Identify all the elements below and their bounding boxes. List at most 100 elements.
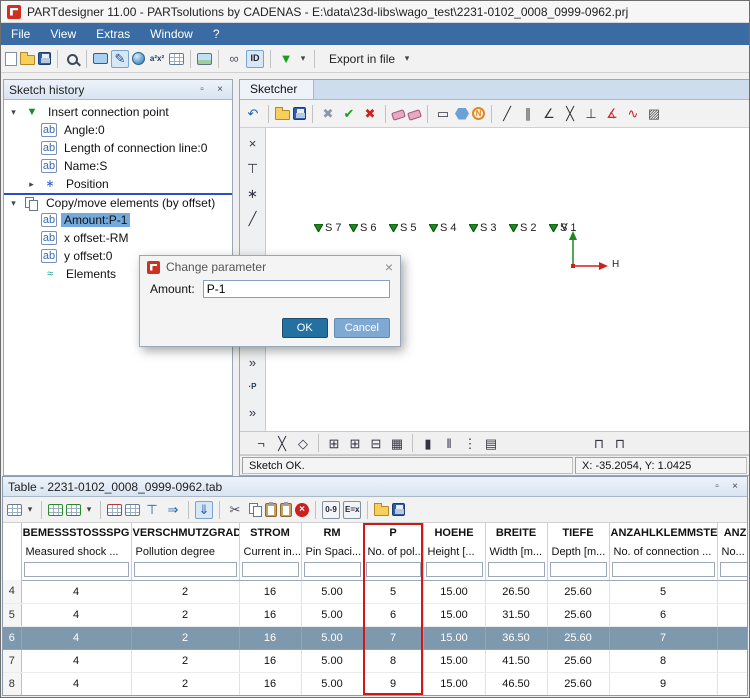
cell-p[interactable]: 8 (363, 649, 424, 673)
double-column-icon[interactable]: ‖ (440, 434, 458, 452)
menu-help[interactable]: ? (203, 23, 230, 45)
tree-expander-icon[interactable]: ▾ (8, 107, 19, 118)
perpendicular-tool-icon[interactable]: ⊥ (582, 105, 600, 123)
cell-p[interactable]: 7 (363, 626, 424, 650)
cross-lines-tool-icon[interactable]: ╳ (561, 105, 579, 123)
new-document-icon[interactable] (5, 51, 17, 66)
filter-input-tiefe[interactable] (549, 562, 607, 578)
delete-rows-icon[interactable]: × (295, 502, 309, 517)
zoom-preview-icon[interactable] (64, 51, 80, 67)
hatch-tool-icon[interactable]: ▨ (645, 105, 663, 123)
cell-strom[interactable]: 16 (239, 603, 302, 627)
cell-hoehe[interactable]: 15.00 (423, 603, 486, 627)
cell-anzahlklemmstel[interactable]: 5 (609, 580, 718, 604)
dialog-close-icon[interactable]: × (385, 260, 393, 274)
grid-snap-icon[interactable]: ⊞ (325, 434, 343, 452)
tree-item-amount-p-1[interactable]: ab Amount:P-1 (4, 211, 232, 229)
spline-badge-icon[interactable]: N (472, 107, 485, 120)
filter-input-verschmutzgrad[interactable] (133, 562, 237, 578)
cell-p[interactable]: 9 (363, 672, 424, 695)
table-row-4[interactable]: 4 4 2 16 5.00 5 15.00 26.50 25.60 5 (3, 580, 747, 604)
cell-tiefe[interactable]: 25.60 (547, 603, 610, 627)
export-dropdown-icon[interactable]: ▾ (402, 50, 412, 68)
connection-point-s-4[interactable]: S 4 (429, 223, 457, 234)
cell-breite[interactable]: 26.50 (485, 580, 548, 604)
connection-point-s-5[interactable]: S 5 (389, 223, 417, 234)
tangent-point-icon[interactable]: ⊤ (244, 159, 262, 177)
row-number[interactable]: 6 (3, 626, 22, 650)
cell-verschmutzgrad[interactable]: 2 (131, 672, 240, 695)
filter-input-anz[interactable] (719, 562, 747, 578)
row-number[interactable]: 8 (3, 672, 22, 695)
close-table-panel-icon[interactable]: × (728, 480, 742, 494)
cell-rm[interactable]: 5.00 (301, 626, 364, 650)
angle-tool-icon[interactable]: ∠ (540, 105, 558, 123)
rectangle-tool-icon[interactable]: ▭ (434, 105, 452, 123)
cell-anzahlklemmstel[interactable]: 6 (609, 603, 718, 627)
solid-view-icon[interactable] (132, 52, 145, 65)
cell-tiefe[interactable]: 25.60 (547, 672, 610, 695)
grid-fill-icon[interactable]: ▦ (388, 434, 406, 452)
tree-item-angle-0[interactable]: ab Angle:0 (4, 121, 232, 139)
column-header-strom[interactable]: STROM (239, 523, 302, 543)
cell-tiefe[interactable]: 25.60 (547, 626, 610, 650)
column-header-bemessstossspg[interactable]: BEMESSSTOSSSPG (21, 523, 132, 543)
slash-line-icon[interactable]: ╱ (244, 209, 262, 227)
table-edit-icon[interactable] (7, 503, 22, 516)
eraser-elements-icon[interactable] (407, 109, 422, 121)
cell-verschmutzgrad[interactable]: 2 (131, 603, 240, 627)
connection-point-s-1[interactable]: S 1 (549, 223, 577, 234)
row-number[interactable]: 5 (3, 603, 22, 627)
delete-cells-icon[interactable] (107, 503, 122, 516)
cell-anz[interactable] (717, 649, 747, 673)
cell-strom[interactable]: 16 (239, 672, 302, 695)
cell-rm[interactable]: 5.00 (301, 580, 364, 604)
profile-cap-2-icon[interactable]: ⊓ (611, 434, 629, 452)
panel-grid-icon[interactable]: ▤ (482, 434, 500, 452)
amount-input[interactable] (202, 280, 390, 298)
cell-bemessstossspg[interactable]: 4 (21, 649, 132, 673)
polyline-tool-icon[interactable]: ∿ (624, 105, 642, 123)
connection-point-s-3[interactable]: S 3 (469, 223, 497, 234)
filter-input-strom[interactable] (241, 562, 299, 578)
link-parts-icon[interactable]: ∞ (225, 50, 243, 68)
column-header-anzahlklemmstel[interactable]: ANZAHLKLEMMSTEL (609, 523, 718, 543)
digit-format-icon[interactable]: 0-9 (322, 500, 340, 519)
cut-icon[interactable]: ✂ (226, 501, 244, 519)
id-display-icon[interactable]: ID (246, 49, 264, 68)
cell-anzahlklemmstel[interactable]: 7 (609, 626, 718, 650)
open-table-icon[interactable] (374, 503, 390, 516)
transfer-down-icon[interactable]: ⇓ (195, 500, 213, 519)
save-table-icon[interactable] (392, 503, 406, 516)
line-tool-icon[interactable]: ╱ (498, 105, 516, 123)
cell-tiefe[interactable]: 25.60 (547, 580, 610, 604)
filter-input-bemessstossspg[interactable] (23, 562, 129, 578)
delete-selection-icon[interactable]: ✖ (319, 105, 337, 123)
cell-verschmutzgrad[interactable]: 2 (131, 580, 240, 604)
cell-anz[interactable] (717, 603, 747, 627)
tree-item-copy-move-elements-by-offset[interactable]: ▾ Copy/move elements (by offset) (4, 193, 232, 211)
chevron-more-2-icon[interactable]: » (244, 353, 262, 371)
tree-item-position[interactable]: ▸ ∗ Position (4, 175, 232, 193)
filter-input-hoehe[interactable] (425, 562, 483, 578)
column-header-p[interactable]: P (363, 523, 424, 543)
column-header-hoehe[interactable]: HOEHE (423, 523, 486, 543)
connection-point-s-7[interactable]: S 7 (314, 223, 342, 234)
tree-item-length-of-connection-line-0[interactable]: ab Length of connection line:0 (4, 139, 232, 157)
ok-button[interactable]: OK (281, 318, 328, 338)
grid-minor-icon[interactable]: ⊟ (367, 434, 385, 452)
preview-image-icon[interactable] (197, 52, 212, 65)
column-header-verschmutzgrad[interactable]: VERSCHMUTZGRAD (131, 523, 240, 543)
cell-anzahlklemmstel[interactable]: 8 (609, 649, 718, 673)
undo-icon[interactable]: ↶ (244, 105, 262, 123)
menu-window[interactable]: Window (140, 23, 203, 45)
table-row-7[interactable]: 7 4 2 16 5.00 8 15.00 41.50 25.60 8 (3, 649, 747, 673)
table-row-6[interactable]: 6 4 2 16 5.00 7 15.00 36.50 25.60 7 (3, 626, 747, 650)
column-header-anz[interactable]: ANZ (717, 523, 747, 543)
filter-input-anzahlklemmstel[interactable] (611, 562, 715, 578)
close-panel-icon[interactable]: × (213, 83, 227, 97)
filter-input-p[interactable] (365, 562, 421, 578)
star-point-icon[interactable]: ∗ (244, 184, 262, 202)
chevron-more-3-icon[interactable]: » (244, 403, 262, 421)
measure-angle-tool-icon[interactable]: ∡ (603, 105, 621, 123)
